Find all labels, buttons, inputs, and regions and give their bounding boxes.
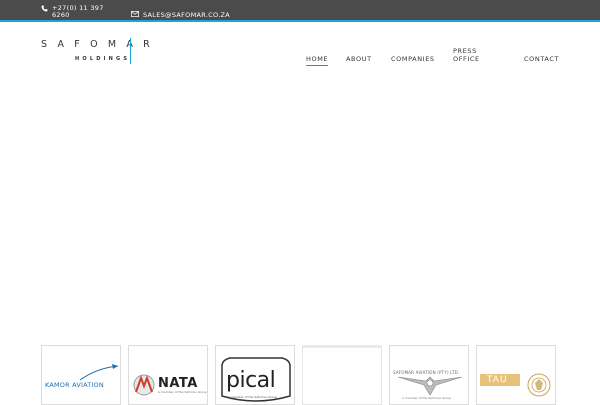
company-tile-pical[interactable]: pical A member of the Safomar Group [215, 345, 295, 405]
company-name: NATA [158, 376, 198, 391]
phone-icon [41, 5, 48, 12]
nav-home[interactable]: HOME [306, 55, 329, 66]
nav-contact[interactable]: CONTACT [524, 55, 559, 63]
company-subtitle: A member of the Safomar Group [158, 390, 208, 394]
company-name: TAU [487, 375, 508, 385]
phone-number: +27(0) 11 397 6260 [52, 4, 104, 19]
company-name: pical [226, 368, 276, 393]
nav-companies[interactable]: COMPANIES [391, 55, 435, 63]
company-subtitle: A member of the Safomar Group [402, 396, 452, 400]
email-contact[interactable]: SALES@SAFOMAR.CO.ZA [131, 11, 230, 19]
main-navigation: HOME ABOUT COMPANIES PRESS OFFICE CONTAC… [0, 24, 600, 80]
top-bar: +27(0) 11 397 6260 SALES@SAFOMAR.CO.ZA [0, 0, 600, 22]
phone-contact[interactable]: +27(0) 11 397 6260 [41, 5, 119, 19]
email-address: SALES@SAFOMAR.CO.ZA [143, 11, 231, 19]
tau-crest-icon [527, 373, 551, 397]
nata-emblem-icon [133, 374, 155, 396]
company-tile-kamor-aviation[interactable]: KAMOR AVIATION [41, 345, 121, 405]
company-tile-safomar-aviation[interactable]: SAFOMAR AVIATION (PTY) LTD A member of t… [389, 345, 469, 405]
company-name: KAMOR AVIATION [45, 381, 104, 389]
company-tile-tau[interactable]: TAU [476, 345, 556, 405]
company-subtitle: A member of the Safomar Group [228, 395, 278, 399]
nav-press-office[interactable]: PRESS OFFICE [453, 47, 493, 63]
nav-about[interactable]: ABOUT [346, 55, 372, 63]
company-tile-nata[interactable]: NATA A member of the Safomar Group [128, 345, 208, 405]
envelope-icon [131, 11, 139, 17]
company-tile-blank[interactable] [302, 345, 382, 405]
aircraft-swoosh-icon [79, 364, 119, 381]
